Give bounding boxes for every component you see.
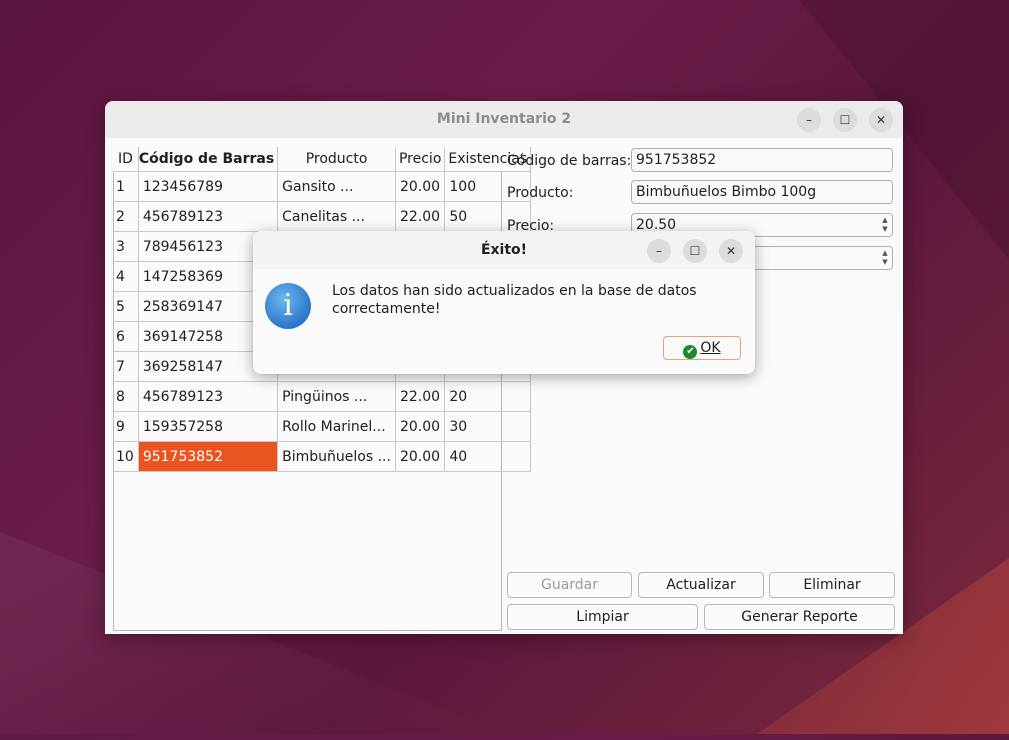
cell-id[interactable]: 1 [113, 171, 139, 202]
cell-existencias[interactable]: 30 [444, 411, 532, 442]
cell-producto[interactable]: Gansito ... [277, 171, 396, 202]
cell-codigo[interactable]: 123456789 [138, 171, 279, 202]
codigo-label: Código de barras: [507, 153, 632, 169]
producto-label: Producto: [507, 185, 574, 201]
cell-precio[interactable]: 20.00 [395, 441, 446, 472]
cell-precio[interactable]: 20.00 [395, 171, 446, 202]
title-bar[interactable]: Mini Inventario 2 – ☐ ✕ [105, 101, 903, 138]
cell-codigo[interactable]: 159357258 [138, 411, 279, 442]
cell-id[interactable]: 6 [113, 321, 139, 352]
window-title: Mini Inventario 2 [436, 111, 572, 127]
cell-producto[interactable]: Rollo Marinel... [277, 411, 396, 442]
dialog-title-bar[interactable]: Éxito! – ☐ ✕ [253, 231, 755, 269]
table-row[interactable]: 2 456789123 Canelitas ... 22.00 50 [113, 201, 532, 232]
dialog-message: Los datos han sido actualizados en la ba… [332, 283, 697, 317]
table-header-row: ID Código de Barras Producto Precio Exis… [113, 147, 532, 172]
actualizar-button[interactable]: Actualizar [638, 572, 764, 598]
cell-existencias[interactable]: 40 [444, 441, 532, 472]
spin-arrows-icon[interactable]: ▲ ▼ [880, 216, 890, 234]
maximize-button[interactable]: ☐ [833, 108, 857, 132]
cell-codigo[interactable]: 456789123 [138, 381, 279, 412]
table-row[interactable]: 1 123456789 Gansito ... 20.00 100 [113, 171, 532, 202]
cell-precio[interactable]: 20.00 [395, 411, 446, 442]
ok-label: OK [700, 340, 721, 356]
producto-field[interactable]: Bimbuñuelos Bimbo 100g [631, 180, 893, 204]
table-row[interactable]: 10 951753852 Bimbuñuelos ... 20.00 40 [113, 441, 532, 472]
cell-id[interactable]: 3 [113, 231, 139, 262]
success-dialog: Éxito! – ☐ ✕ i Los datos han sido actual… [253, 231, 755, 374]
limpiar-button[interactable]: Limpiar [507, 604, 698, 630]
cell-id[interactable]: 7 [113, 351, 139, 382]
dialog-close-button[interactable]: ✕ [719, 239, 743, 263]
maximize-icon: ☐ [689, 244, 701, 258]
table-row[interactable]: 9 159357258 Rollo Marinel... 20.00 30 [113, 411, 532, 442]
close-icon: ✕ [875, 113, 887, 127]
cell-precio[interactable]: 22.00 [395, 201, 446, 232]
column-header-codigo[interactable]: Código de Barras [138, 147, 279, 172]
minimize-icon: – [806, 113, 812, 127]
guardar-button[interactable]: Guardar [507, 572, 632, 598]
cell-producto[interactable]: Canelitas ... [277, 201, 396, 232]
cell-id[interactable]: 2 [113, 201, 139, 232]
cell-precio[interactable]: 22.00 [395, 381, 446, 412]
cell-id[interactable]: 4 [113, 261, 139, 292]
eliminar-button[interactable]: Eliminar [769, 572, 895, 598]
close-icon: ✕ [725, 244, 737, 258]
check-icon: ✔ [683, 345, 698, 359]
codigo-field[interactable]: 951753852 [631, 148, 893, 172]
info-icon: i [265, 283, 311, 329]
cell-codigo[interactable]: 951753852 [138, 441, 279, 472]
minimize-icon: – [656, 244, 662, 258]
column-header-precio[interactable]: Precio [395, 147, 446, 172]
dialog-title: Éxito! [480, 242, 528, 258]
cell-id[interactable]: 5 [113, 291, 139, 322]
ok-button[interactable]: ✔ OK [663, 336, 741, 360]
cell-existencias[interactable]: 20 [444, 381, 532, 412]
generar-reporte-button[interactable]: Generar Reporte [704, 604, 895, 630]
maximize-icon: ☐ [839, 113, 851, 127]
column-header-producto[interactable]: Producto [277, 147, 396, 172]
dialog-minimize-button[interactable]: – [647, 239, 671, 263]
cell-id[interactable]: 8 [113, 381, 139, 412]
cell-id[interactable]: 9 [113, 411, 139, 442]
cell-producto[interactable]: Pingüinos ... [277, 381, 396, 412]
cell-id[interactable]: 10 [113, 441, 139, 472]
spin-arrows-icon[interactable]: ▲ ▼ [880, 249, 890, 267]
close-button[interactable]: ✕ [869, 108, 893, 132]
cell-producto[interactable]: Bimbuñuelos ... [277, 441, 396, 472]
table-row[interactable]: 8 456789123 Pingüinos ... 22.00 20 [113, 381, 532, 412]
dialog-maximize-button[interactable]: ☐ [683, 239, 707, 263]
minimize-button[interactable]: – [797, 108, 821, 132]
cell-codigo[interactable]: 456789123 [138, 201, 279, 232]
column-header-id[interactable]: ID [113, 147, 139, 172]
